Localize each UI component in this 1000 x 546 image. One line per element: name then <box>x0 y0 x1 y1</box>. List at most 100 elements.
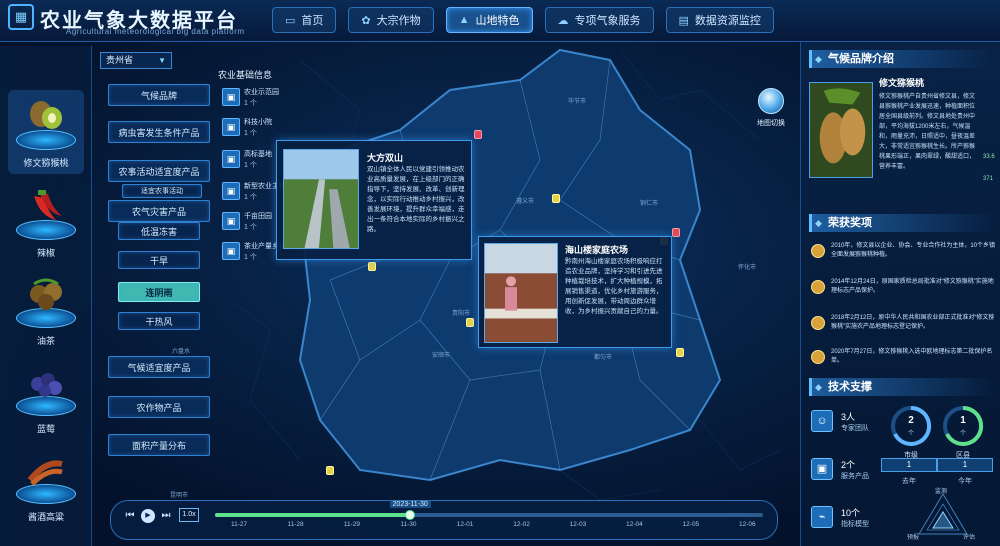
product-icon: ▣ <box>811 458 833 480</box>
medal-icon <box>811 280 825 294</box>
monitor-icon: ▭ <box>285 14 296 27</box>
province-select-value: 贵州省 <box>106 55 134 65</box>
tab-label: 山地特色 <box>475 15 520 27</box>
award-item: 2020年7月27日，修文猕猴桃入选中欧地理标志第二批保护名单。 <box>809 348 995 374</box>
weather-icon: ☁ <box>557 14 569 27</box>
farming-product-button[interactable]: 农事活动适宜度产品 <box>108 160 210 182</box>
section-title: ◆ 气候品牌介绍 <box>809 50 995 68</box>
map-marker[interactable] <box>466 318 474 327</box>
crop-label: 蓝莓 <box>36 424 55 434</box>
brand-name: 修文猕猴桃 <box>879 78 925 88</box>
timeline-tick-label: 11-30 <box>400 521 417 528</box>
map-marker-selected[interactable] <box>672 228 680 237</box>
award-item: 2010年，修文县以企业、协会、专业合作社为主体，10个乡镇全面发展猕猴桃种植。 <box>809 242 995 268</box>
map-marker[interactable] <box>552 194 560 203</box>
speed-toggle[interactable]: 1.0x <box>179 508 199 522</box>
agri-info-item[interactable]: ▣ 农业示范园 1 个 <box>222 86 292 112</box>
medal-icon <box>811 350 825 364</box>
gauge-unit: 个 <box>907 431 914 437</box>
chili-icon <box>34 190 62 220</box>
section-title-text: 气候品牌介绍 <box>828 53 894 65</box>
area-yield-button[interactable]: 面积产量分布 <box>108 434 210 456</box>
info-count: 1 个 <box>244 162 257 169</box>
crop-item-kiwi[interactable]: 修文猕猴桃 <box>8 90 84 174</box>
province-select[interactable]: 贵州省 ▼ <box>100 52 172 69</box>
tech-value: 3人 <box>841 412 856 422</box>
map-label: 贵阳市 <box>452 311 471 317</box>
crop-item-sorghum[interactable]: 酱酒高粱 <box>8 444 84 528</box>
climate-brand-button[interactable]: 气候品牌 <box>108 84 210 106</box>
info-count: 1 个 <box>244 130 257 137</box>
pest-product-button[interactable]: 病虫害发生条件产品 <box>108 121 210 143</box>
current-date-tooltip: 2023-11-30 <box>389 501 431 508</box>
site-popup-dafang[interactable]: 大方双山 双山镇全体人民以党建引领推动农业高质量发展，在上级部门的正确指导下，坚… <box>276 140 472 260</box>
popup-text: 黔南州海山楼家庭农场积极响应打造农业品牌，坚持学习和引进先进种植栽培技术，扩大种… <box>565 258 663 315</box>
award-text: 2020年7月27日，修文猕猴桃入选中欧地理标志第二批保护名单。 <box>831 349 993 364</box>
crop-item-blueberry[interactable]: 蓝莓 <box>8 356 84 440</box>
timeline-tick-label: 12-05 <box>682 521 700 528</box>
medal-icon <box>811 244 825 258</box>
step-back-icon[interactable]: ⏮ <box>123 509 137 523</box>
agri-info-item[interactable]: ▣ 科技小院 1 个 <box>222 116 292 142</box>
drought-button[interactable]: 干旱 <box>118 251 200 269</box>
crop-item-chili[interactable]: 辣椒 <box>8 180 84 264</box>
tab-mountain-specialty[interactable]: ▲ 山地特色 <box>445 7 533 33</box>
sorghum-icon <box>27 460 63 486</box>
award-item: 2014年12月24日，原国家质检总局批准对“修文猕猴桃”实施地理标志产品保护。 <box>809 278 995 304</box>
award-text: 2018年2月12日，原中华人民共和国农业部正式批准对“修文猕猴桃”实施农产品地… <box>831 315 995 330</box>
gauge-value: 2 <box>908 415 914 426</box>
kiwi-product-photo <box>809 82 873 178</box>
play-button[interactable]: ▶ <box>141 509 155 523</box>
continuous-rain-button[interactable]: 连阴雨 <box>118 282 200 302</box>
map-marker[interactable] <box>326 466 334 475</box>
map-label: 都匀市 <box>594 355 613 361</box>
timeline-track[interactable]: 2023-11-30 <box>215 501 763 520</box>
crop-label: 酱酒高粱 <box>27 512 64 522</box>
map-switch-button[interactable]: 地图切换 <box>754 88 788 128</box>
section-title-text: 荣获奖项 <box>828 217 872 229</box>
tech-name: 服务产品 <box>841 473 869 480</box>
enterprise-icon: ▣ <box>222 182 240 200</box>
site-popup-haishan[interactable]: 海山楼家庭农场 黔南州海山楼家庭农场积极响应打造农业品牌，坚持学习和引进先进种植… <box>478 236 672 348</box>
button-label: 连阴雨 <box>145 287 173 298</box>
button-label: 农作物产品 <box>136 402 182 413</box>
tab-data-monitor[interactable]: ▤ 数据资源监控 <box>665 7 774 33</box>
farming-activity-button[interactable]: 适宜农事活动 <box>122 184 202 198</box>
crop-product-button[interactable]: 农作物产品 <box>108 396 210 418</box>
dry-hot-wind-button[interactable]: 干热风 <box>118 312 200 330</box>
top-header: ▦ 农业气象大数据平台 Agricultural meteorological … <box>0 0 1000 42</box>
radar-label: 评估 <box>963 535 976 541</box>
map-marker-selected[interactable] <box>474 130 482 139</box>
globe-icon <box>758 88 784 114</box>
tab-special-weather[interactable]: ☁ 专项气象服务 <box>544 7 654 33</box>
step-forward-icon[interactable]: ⏭ <box>159 509 173 523</box>
tech-item: ⌁ 10个 指标模型 <box>809 504 879 538</box>
gauge-value: 1 <box>960 415 966 426</box>
map-marker[interactable] <box>368 262 376 271</box>
app-subtitle: Agricultural meteorological big data pla… <box>66 27 245 36</box>
timeline-handle[interactable] <box>404 510 415 520</box>
tab-bulk-crops[interactable]: ✿ 大宗作物 <box>348 7 434 33</box>
low-temp-freeze-button[interactable]: 低温冻害 <box>118 222 200 240</box>
info-name: 科技小院 <box>244 119 272 126</box>
climate-suitability-button[interactable]: 气候适宜度产品 <box>108 356 210 378</box>
lab-icon: ▣ <box>222 118 240 136</box>
tab-label: 专项气象服务 <box>574 15 641 27</box>
brand-description: 修文猕猴桃产自贵州省修文县，修文县猕猴桃产业发展迅速，种植面积位居全国县级前列。… <box>879 94 976 170</box>
site-photo <box>484 243 558 343</box>
timeline-tick-label: 12-01 <box>456 521 474 528</box>
map-marker[interactable] <box>676 348 684 357</box>
info-count: 1 个 <box>244 224 257 231</box>
oil-tea-icon <box>30 278 62 310</box>
mountain-icon: ▲ <box>458 14 470 26</box>
crop-label: 辣椒 <box>36 248 55 258</box>
button-label: 干热风 <box>145 316 173 327</box>
brand-stat: 33.6 <box>983 154 995 160</box>
right-panel: ◆ 气候品牌介绍 修文猕猴桃 修文猕猴桃产自贵州省修文县，修文县猕猴桃产业发展迅速… <box>800 42 1000 546</box>
info-count: 1 个 <box>244 254 257 261</box>
tab-home[interactable]: ▭ 首页 <box>272 7 337 33</box>
bullet-icon: ◆ <box>815 382 822 392</box>
crop-item-oil-tea[interactable]: 油茶 <box>8 268 84 352</box>
county-gauge: 1 个 <box>941 404 985 448</box>
disaster-product-button[interactable]: 农气灾害产品 <box>108 200 210 222</box>
